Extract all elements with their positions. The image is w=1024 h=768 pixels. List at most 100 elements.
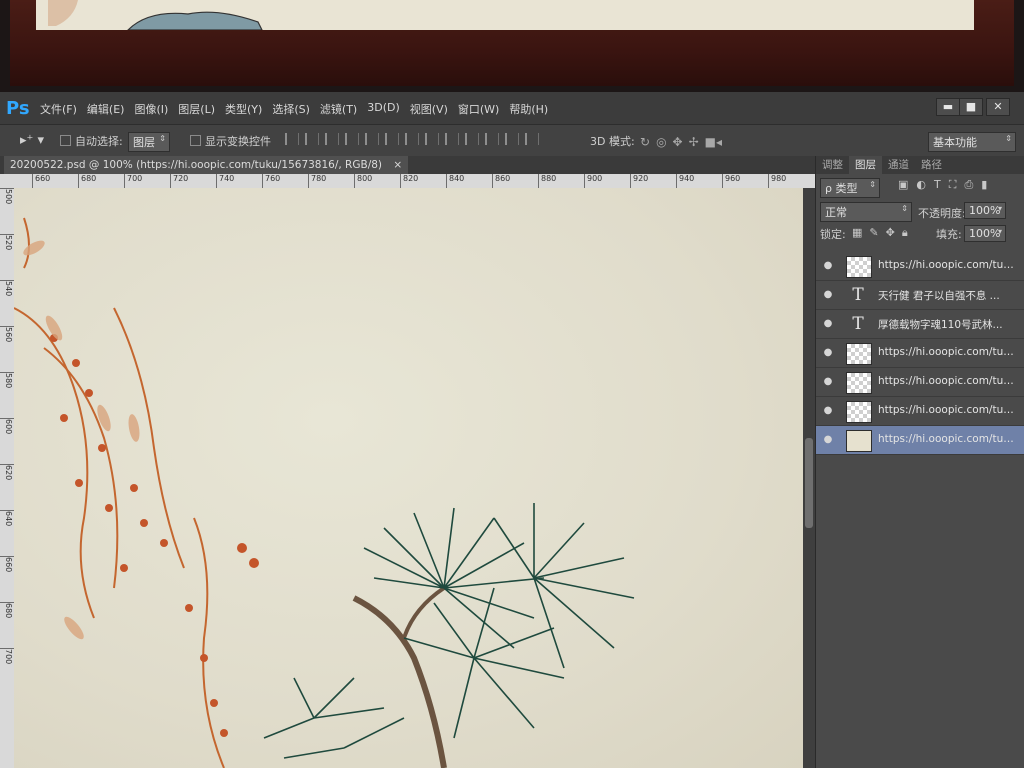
align-bottom-icon[interactable] (325, 133, 339, 145)
eye-icon[interactable]: ● (821, 259, 835, 273)
distribute-left-icon[interactable] (465, 133, 479, 145)
menu-edit[interactable]: 编辑(E) (87, 101, 125, 117)
layer-row[interactable]: ● https://hi.ooopic.com/tuku... (816, 368, 1024, 397)
opacity-label: 不透明度: (918, 207, 966, 220)
align-left-icon[interactable] (345, 133, 359, 145)
drag-3d-icon[interactable]: ✥ (673, 135, 683, 149)
roll-3d-icon[interactable]: ◎ (656, 135, 666, 149)
document-canvas[interactable] (14, 188, 803, 768)
filter-pixel-icon[interactable]: ▣ (898, 178, 908, 192)
opacity-value: 100% (969, 204, 1001, 217)
layer-row[interactable]: ● https://hi.ooopic.com/tuku... (816, 252, 1024, 281)
rotate-3d-icon[interactable]: ↻ (640, 135, 650, 149)
opacity-input[interactable]: 100% ▾ (964, 202, 1006, 219)
eye-icon[interactable]: ● (821, 288, 835, 302)
document-tab[interactable]: 20200522.psd @ 100% (https://hi.ooopic.c… (4, 156, 409, 174)
fill-input[interactable]: 100% ▾ (964, 225, 1006, 242)
text-layer-icon: T (852, 314, 864, 334)
layer-name: https://hi.ooopic.com/tuku... (878, 259, 1018, 271)
menu-select[interactable]: 选择(S) (272, 101, 310, 117)
align-vcenter-icon[interactable] (305, 133, 319, 145)
eye-icon[interactable]: ● (821, 346, 835, 360)
menu-3d[interactable]: 3D(D) (367, 101, 400, 117)
layer-thumbnail (846, 343, 872, 365)
auto-select-dropdown[interactable]: 图层 ⇕ (128, 132, 170, 152)
eye-icon[interactable]: ● (821, 433, 835, 447)
lock-all-icon[interactable]: 🔒︎ (902, 226, 908, 240)
align-hcenter-icon[interactable] (365, 133, 379, 145)
tab-paths[interactable]: 路径 (915, 156, 948, 174)
eye-icon[interactable]: ● (821, 404, 835, 418)
distribute-top-icon[interactable] (405, 133, 419, 145)
layer-row-selected[interactable]: ● https://hi.ooopic.com/tuku... (816, 426, 1024, 455)
filter-type-icon[interactable]: T (934, 178, 941, 192)
layer-filter-dropdown[interactable]: ρ 类型 ⇕ (820, 178, 880, 198)
checkbox-icon (190, 135, 201, 146)
align-top-icon[interactable] (285, 133, 299, 145)
checkbox-icon (60, 135, 71, 146)
camera-3d-icon[interactable]: ■◂ (705, 135, 722, 149)
ruler-tick: 660 (32, 174, 50, 188)
layer-row[interactable]: ● T 天行健 君子以自强不息 ... (816, 281, 1024, 310)
auto-align-icon[interactable] (525, 133, 539, 145)
document-tab-bar: 20200522.psd @ 100% (https://hi.ooopic.c… (0, 156, 815, 174)
restore-button[interactable]: ■ (959, 98, 983, 116)
tab-channels[interactable]: 通道 (882, 156, 915, 174)
canvas-artwork (14, 217, 635, 768)
auto-select-checkbox[interactable]: 自动选择: (60, 133, 123, 149)
filter-toggle-icon[interactable]: ▮ (981, 178, 987, 192)
filter-shape-icon[interactable]: ⛶ (949, 178, 957, 192)
move-tool-icon[interactable]: ▸⁺ ▾ (20, 133, 44, 148)
layer-row[interactable]: ● https://hi.ooopic.com/tuku... (816, 397, 1024, 426)
menu-window[interactable]: 窗口(W) (458, 101, 499, 117)
title-bar: Ps 文件(F) 编辑(E) 图像(I) 图层(L) 类型(Y) 选择(S) 滤… (0, 92, 1024, 124)
distribute-hcenter-icon[interactable] (485, 133, 499, 145)
chevron-updown-icon: ⇕ (159, 134, 166, 143)
menu-bar: 文件(F) 编辑(E) 图像(I) 图层(L) 类型(Y) 选择(S) 滤镜(T… (40, 101, 548, 117)
lock-paint-icon[interactable]: ✎ (869, 226, 878, 240)
distribute-vcenter-icon[interactable] (425, 133, 439, 145)
menu-view[interactable]: 视图(V) (410, 101, 448, 117)
filter-smart-icon[interactable]: ⎙ (964, 178, 973, 192)
menu-image[interactable]: 图像(I) (134, 101, 168, 117)
menu-filter[interactable]: 滤镜(T) (320, 101, 357, 117)
minimize-button[interactable]: ▬ (936, 98, 960, 116)
layer-row[interactable]: ● T 厚德载物字魂110号武林... (816, 310, 1024, 339)
lock-position-icon[interactable]: ✥ (886, 226, 895, 240)
vertical-scrollbar[interactable] (803, 188, 815, 768)
chevron-down-icon: ▾ (997, 204, 1002, 213)
layer-name: https://hi.ooopic.com/tuku... (878, 404, 1018, 416)
slide-3d-icon[interactable]: ✢ (689, 135, 699, 149)
mode-3d-icons: ↻ ◎ ✥ ✢ ■◂ (640, 135, 722, 149)
distribute-bottom-icon[interactable] (445, 133, 459, 145)
layer-name: https://hi.ooopic.com/tuku... (878, 375, 1018, 387)
layer-row[interactable]: ● https://hi.ooopic.com/tuku... (816, 339, 1024, 368)
menu-type[interactable]: 类型(Y) (225, 101, 262, 117)
fill-value: 100% (969, 227, 1001, 240)
show-transform-checkbox[interactable]: 显示变换控件 (190, 133, 271, 149)
ruler-tick: 780 (308, 174, 326, 188)
menu-help[interactable]: 帮助(H) (509, 101, 548, 117)
lock-transparent-icon[interactable]: ▦ (852, 226, 862, 240)
menu-layer[interactable]: 图层(L) (178, 101, 215, 117)
fill-label: 填充: (936, 228, 962, 241)
blend-mode-dropdown[interactable]: 正常 ⇕ (820, 202, 912, 222)
eye-icon[interactable]: ● (821, 317, 835, 331)
layer-thumbnail (846, 401, 872, 423)
workspace-dropdown[interactable]: 基本功能 ⇕ (928, 132, 1016, 152)
align-right-icon[interactable] (385, 133, 399, 145)
photoshop-logo: Ps (6, 98, 30, 119)
distribute-right-icon[interactable] (505, 133, 519, 145)
tab-adjustments[interactable]: 调整 (816, 156, 849, 174)
filter-adjustment-icon[interactable]: ◐ (916, 178, 926, 192)
menu-file[interactable]: 文件(F) (40, 101, 77, 117)
panel-tabs: 调整 图层 通道 路径 (816, 156, 1024, 174)
close-window-button[interactable]: ✕ (986, 98, 1010, 116)
ruler-tick: 820 (400, 174, 418, 188)
ruler-tick: 540 (0, 280, 14, 296)
background-photo (0, 0, 1024, 92)
eye-icon[interactable]: ● (821, 375, 835, 389)
close-tab-icon[interactable]: × (393, 159, 402, 171)
tab-layers[interactable]: 图层 (849, 156, 882, 174)
scrollbar-thumb[interactable] (805, 438, 813, 528)
